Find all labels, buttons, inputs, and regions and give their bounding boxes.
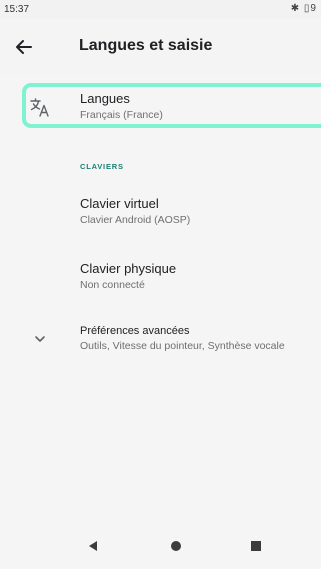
status-bar: 15:37 ✱ ▯9	[0, 0, 321, 19]
status-icons: ✱ ▯9	[290, 3, 317, 14]
advanced-preferences-subtitle: Outils, Vitesse du pointeur, Synthèse vo…	[80, 340, 285, 352]
settings-list: Langues Français (France) CLAVIERS Clavi…	[0, 75, 321, 524]
chevron-down-icon[interactable]	[33, 332, 47, 346]
advanced-preferences-item[interactable]: Préférences avancées Outils, Vitesse du …	[0, 315, 321, 363]
selection-highlight	[22, 83, 321, 128]
physical-keyboard-item[interactable]: Clavier physique Non connecté	[0, 250, 321, 302]
back-arrow-icon	[16, 40, 32, 54]
virtual-keyboard-item[interactable]: Clavier virtuel Clavier Android (AOSP)	[0, 185, 321, 237]
translate-icon	[30, 98, 49, 117]
app-bar: Langues et saisie	[0, 19, 321, 75]
navigation-bar	[0, 524, 321, 569]
page-title: Langues et saisie	[79, 37, 213, 54]
nav-back-icon[interactable]	[86, 539, 100, 553]
physical-keyboard-subtitle: Non connecté	[80, 279, 145, 291]
languages-title: Langues	[80, 91, 130, 106]
back-button[interactable]	[10, 33, 38, 61]
advanced-preferences-title: Préférences avancées	[80, 325, 190, 337]
status-time: 15:37	[4, 4, 30, 15]
languages-subtitle: Français (France)	[80, 109, 163, 121]
nav-home-icon[interactable]	[169, 539, 183, 553]
section-header-keyboards: CLAVIERS	[80, 162, 124, 171]
virtual-keyboard-subtitle: Clavier Android (AOSP)	[80, 214, 191, 226]
physical-keyboard-title: Clavier physique	[80, 261, 177, 276]
languages-item[interactable]: Langues Français (France)	[0, 75, 321, 137]
nav-recents-icon[interactable]	[250, 540, 262, 552]
virtual-keyboard-title: Clavier virtuel	[80, 196, 159, 211]
